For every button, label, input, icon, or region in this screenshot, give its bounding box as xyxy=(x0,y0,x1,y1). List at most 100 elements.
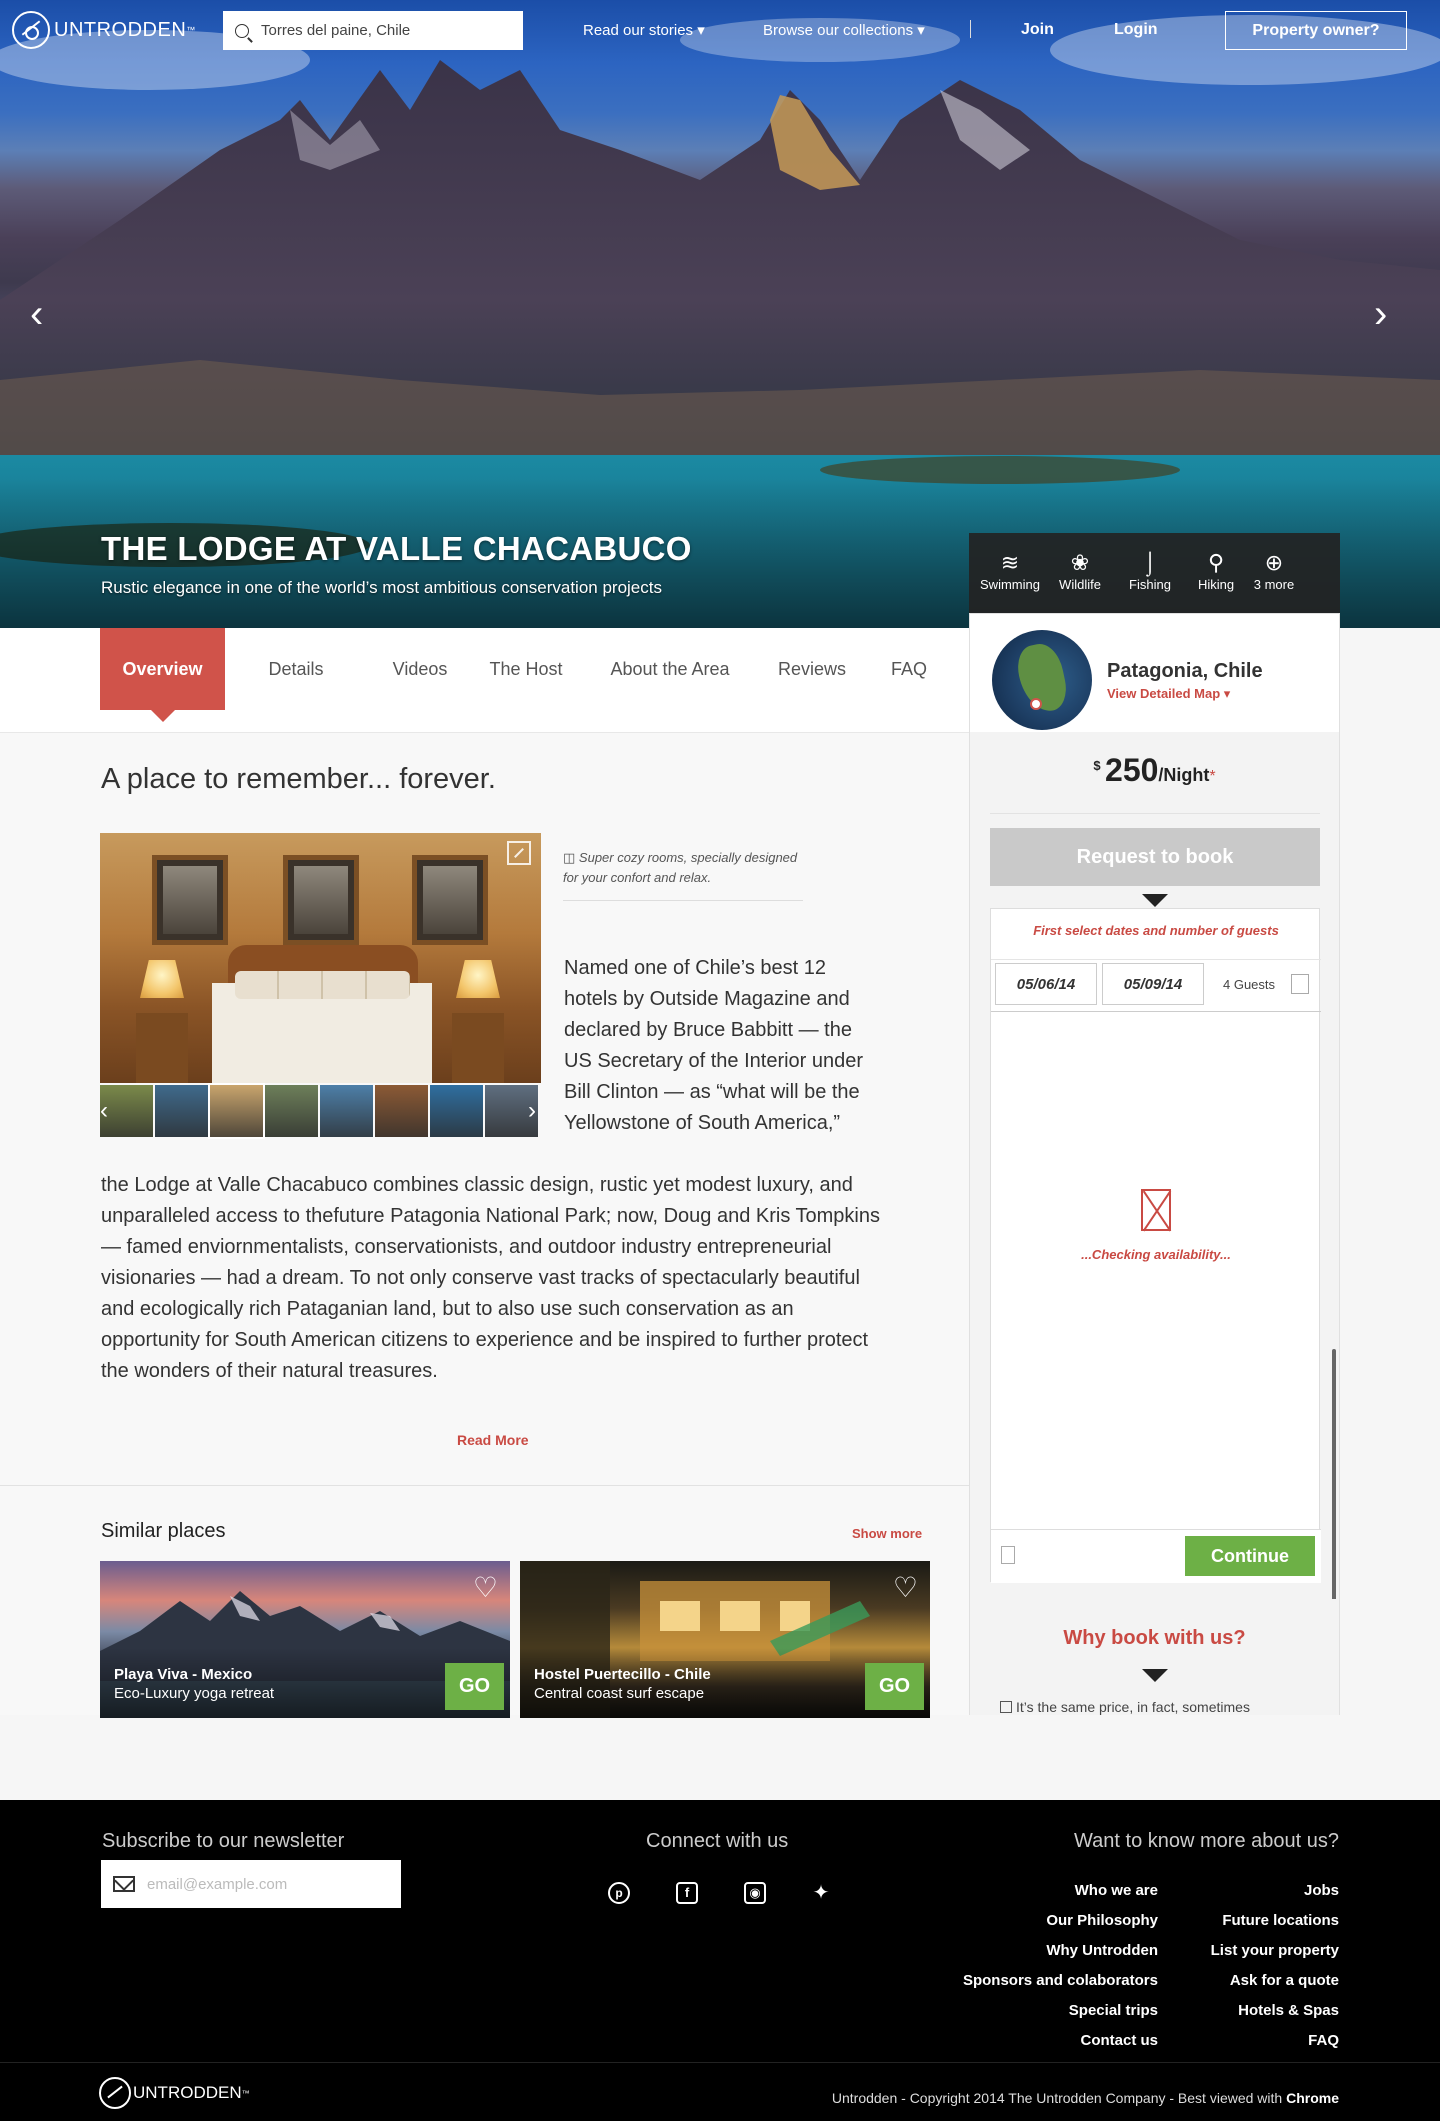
property-owner-button[interactable]: Property owner? xyxy=(1225,11,1407,50)
nav-login[interactable]: Login xyxy=(1114,21,1158,39)
gallery-thumbnails: ‹ › xyxy=(100,1083,541,1140)
copyright-text: Untrodden - Copyright 2014 The Untrodden… xyxy=(832,2090,1339,2106)
form-divider xyxy=(991,959,1321,960)
tab-reviews[interactable]: Reviews xyxy=(770,628,854,710)
gallery-thumbnail[interactable] xyxy=(430,1085,483,1137)
footer-brand-tm: ™ xyxy=(241,2088,250,2098)
booking-hint: First select dates and number of guests xyxy=(1033,923,1279,938)
search-input[interactable] xyxy=(261,22,501,39)
logo-mark-icon xyxy=(12,11,50,49)
tab-details[interactable]: Details xyxy=(256,628,336,710)
amenity-fishing[interactable]: ⌡ Fishing xyxy=(1115,549,1185,592)
footer-link[interactable]: Special trips xyxy=(1069,2002,1158,2019)
amenity-label: Fishing xyxy=(1129,577,1171,592)
checking-availability-text: ...Checking availability... xyxy=(1081,1247,1231,1262)
tab-faq[interactable]: FAQ xyxy=(878,628,940,710)
caret-down-icon xyxy=(1142,1669,1168,1682)
amenity-label: Hiking xyxy=(1197,577,1235,592)
overview-heading: A place to remember... forever. xyxy=(101,763,496,795)
amenity-3-more[interactable]: ⊕ 3 more xyxy=(1239,549,1309,592)
similar-card[interactable]: ♡ Playa Viva - Mexico Eco-Luxury yoga re… xyxy=(100,1561,510,1718)
more-about-title: Want to know more about us? xyxy=(1074,1830,1339,1852)
card-name: Playa Viva - Mexico xyxy=(114,1666,253,1683)
footer-link[interactable]: Hotels & Spas xyxy=(1238,2002,1339,2019)
logo-mark-icon xyxy=(99,2077,131,2109)
instagram-icon[interactable]: ◉ xyxy=(744,1882,766,1904)
hero-prev-arrow-icon[interactable]: ‹ xyxy=(30,294,54,334)
why-book-box: Why book with us? It’s the same price, i… xyxy=(970,1599,1339,1715)
expand-icon[interactable] xyxy=(507,841,531,865)
request-to-book-button[interactable]: Request to book xyxy=(990,828,1320,886)
tab-overview[interactable]: Overview xyxy=(100,628,225,722)
caption-text: Super cozy rooms, specially designed for… xyxy=(563,850,798,885)
globe-map-icon[interactable] xyxy=(992,630,1092,730)
nav-read-stories[interactable]: Read our stories ▾ xyxy=(583,21,705,39)
gallery-thumbnail[interactable] xyxy=(155,1085,208,1137)
footer-link[interactable]: Ask for a quote xyxy=(1230,1972,1339,1989)
price-asterisk: * xyxy=(1209,768,1216,785)
footer-link[interactable]: List your property xyxy=(1211,1942,1339,1959)
footer-link[interactable]: Contact us xyxy=(1080,2032,1158,2049)
gallery-thumbnail[interactable] xyxy=(265,1085,318,1137)
footer-link[interactable]: Who we are xyxy=(1075,1882,1158,1899)
gallery-thumbnail[interactable] xyxy=(375,1085,428,1137)
guests-select[interactable]: 4 Guests xyxy=(1213,963,1317,1005)
checkin-date-field[interactable]: 05/06/14 xyxy=(995,963,1097,1005)
brand-logo[interactable]: UNTRODDEN ™ xyxy=(12,11,196,49)
caret-down-icon xyxy=(1142,894,1168,907)
continue-button[interactable]: Continue xyxy=(1185,1536,1315,1576)
checkout-date-field[interactable]: 05/09/14 xyxy=(1102,963,1204,1005)
brand-name: UNTRODDEN xyxy=(54,18,187,41)
tab-videos[interactable]: Videos xyxy=(380,628,460,710)
tab-about-the-area[interactable]: About the Area xyxy=(600,628,740,710)
site-footer: Subscribe to our newsletter Connect with… xyxy=(0,1800,1440,2121)
fishing-hook-icon: ⌡ xyxy=(1143,550,1157,575)
description-intro: Named one of Chile’s best 12 hotels by O… xyxy=(564,957,864,1134)
read-more-link[interactable]: Read More xyxy=(457,1432,529,1448)
gallery-thumbnail[interactable] xyxy=(320,1085,373,1137)
footer-link[interactable]: FAQ xyxy=(1308,2032,1339,2049)
tab-the-host[interactable]: The Host xyxy=(486,628,566,710)
availability-form: First select dates and number of guests … xyxy=(990,908,1321,1583)
amenity-wildlife[interactable]: ❀ Wildlife xyxy=(1045,549,1115,592)
go-button[interactable]: GO xyxy=(865,1663,924,1710)
favorite-heart-icon[interactable]: ♡ xyxy=(473,1571,498,1604)
newsletter-email-input[interactable] xyxy=(147,1875,387,1893)
top-navigation: UNTRODDEN™ Read our stories ▾ Browse our… xyxy=(0,0,1440,62)
similar-card[interactable]: ♡ Hostel Puertecillo - Chile Central coa… xyxy=(520,1561,930,1718)
footer-logo[interactable]: UNTRODDEN ™ xyxy=(99,2077,250,2109)
amenity-label: Swimming xyxy=(980,577,1040,592)
lock-icon xyxy=(1001,1546,1015,1564)
hero-next-arrow-icon[interactable]: › xyxy=(1374,294,1398,334)
nav-browse-collections[interactable]: Browse our collections ▾ xyxy=(763,21,925,39)
nightly-price: $ 250/Night* xyxy=(970,752,1339,789)
loading-spinner-icon xyxy=(1141,1189,1171,1231)
twitter-icon[interactable]: ✦ xyxy=(810,1882,832,1904)
price-amount: 250 xyxy=(1105,752,1159,788)
form-footer: Continue xyxy=(991,1529,1321,1583)
booking-sidebar: ≋ Swimming ❀ Wildlife ⌡ Fishing ⚲ Hiking ⊕ 3 more… xyxy=(969,533,1340,1715)
footer-link[interactable]: Sponsors and colaborators xyxy=(963,1972,1158,1989)
view-detailed-map-link[interactable]: View Detailed Map ▾ xyxy=(1107,686,1230,702)
lamp-right xyxy=(456,960,500,998)
gallery-thumbnail[interactable] xyxy=(208,1083,265,1139)
guests-dropdown-icon xyxy=(1291,974,1309,994)
why-book-item: It’s the same price, in fact, sometimes xyxy=(1000,1699,1250,1715)
pinterest-icon[interactable]: p xyxy=(608,1882,630,1904)
nav-join[interactable]: Join xyxy=(1021,21,1054,39)
footer-link[interactable]: Jobs xyxy=(1304,1882,1339,1899)
why-book-title[interactable]: Why book with us? xyxy=(970,1627,1339,1650)
pillows xyxy=(235,971,410,999)
thumbs-prev-icon[interactable]: ‹ xyxy=(100,1097,108,1125)
footer-link[interactable]: Future locations xyxy=(1222,1912,1339,1929)
price-per: /Night xyxy=(1158,765,1210,785)
go-button[interactable]: GO xyxy=(445,1663,504,1710)
amenity-swimming[interactable]: ≋ Swimming xyxy=(975,549,1045,592)
show-more-link[interactable]: Show more xyxy=(852,1526,922,1541)
footer-link[interactable]: Why Untrodden xyxy=(1046,1942,1158,1959)
gallery-main-photo[interactable] xyxy=(100,833,541,1083)
thumbs-next-icon[interactable]: › xyxy=(528,1097,536,1125)
facebook-icon[interactable]: f xyxy=(676,1882,698,1904)
favorite-heart-icon[interactable]: ♡ xyxy=(893,1571,918,1604)
footer-link[interactable]: Our Philosophy xyxy=(1046,1912,1158,1929)
